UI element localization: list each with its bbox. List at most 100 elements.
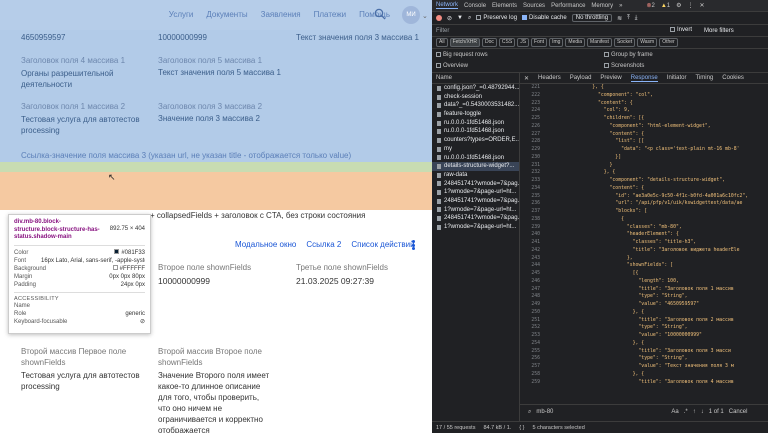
invert-checkbox[interactable]: Invert [670,27,692,34]
more-vertical-icon[interactable] [412,240,415,250]
actions-list-link[interactable]: Список действий [351,240,414,249]
filter-icon[interactable]: ▼ [457,15,463,21]
type-filter-11[interactable]: Other [659,38,678,47]
type-filter-4[interactable]: JS [517,38,530,47]
request-row[interactable]: counters?types=ORDER,E... [432,136,519,145]
tab-elements[interactable]: Elements [492,3,517,9]
line-text: "component": "html-element-widget", [546,123,711,129]
type-filter-6[interactable]: Img [549,38,564,47]
nav-link-payments[interactable]: Платежи [314,10,346,19]
type-filter-1[interactable]: Fetch/XHR [449,38,481,47]
type-filter-0[interactable]: All [436,38,448,47]
tab-performance[interactable]: Performance [551,3,585,9]
line-text: }, [546,255,633,261]
tab-network[interactable]: Network [436,2,459,9]
tab-timing[interactable]: Timing [695,75,713,81]
request-row[interactable]: 1?wmode=7&page-url=ht... [432,188,519,197]
request-row[interactable]: details-structure-widget?... [432,162,519,171]
link-2[interactable]: Ссылка 2 [306,240,341,249]
clear-icon[interactable]: ⊘ [447,15,452,22]
request-row[interactable]: check-session [432,93,519,102]
find-input[interactable]: mb-80 [536,409,666,415]
kebab-icon[interactable]: ⋮ [688,2,694,9]
request-row[interactable]: 1?wmode=7&page-url=ht... [432,206,519,215]
nav-link-applications[interactable]: Заявления [261,10,301,19]
prev-match-icon[interactable]: ↑ [693,409,696,415]
request-row[interactable]: data?_=0.5430003531482... [432,101,519,110]
type-filter-5[interactable]: Font [531,38,548,47]
request-row[interactable]: 248451741?wmode=7&pag... [432,180,519,189]
search-icon[interactable]: ⌕ [468,15,471,22]
disable-cache-checkbox[interactable]: Disable cache [522,14,567,21]
request-row[interactable]: config.json?_=0.48792944... [432,84,519,93]
tab-cookies[interactable]: Cookies [722,75,744,81]
type-filter-3[interactable]: CSS [498,38,516,47]
field-value: 21.03.2025 09:27:39 [296,276,374,286]
response-body[interactable]: 221 }, {222 "component": "col", 223 "cont… [520,84,768,404]
cancel-button[interactable]: Cancel [729,409,748,415]
request-row[interactable]: ru.0.0.0-1fd51468.json [432,119,519,128]
record-icon[interactable] [436,15,442,21]
request-row[interactable]: ru.0.0.0-1fd51468.json [432,154,519,163]
close-icon[interactable]: ✕ [524,75,529,82]
avatar[interactable]: МИ [402,6,420,24]
match-case-toggle[interactable]: Aa [671,409,678,415]
nav-link-documents[interactable]: Документы [206,10,247,19]
request-row[interactable]: feature-toggle [432,110,519,119]
request-row[interactable]: raw-data [432,171,519,180]
line-text: "value": "4650959597" [546,302,700,307]
regex-toggle[interactable]: .* [684,409,688,415]
code-line: 250 }, { [520,309,768,317]
name-column-header[interactable]: Name [432,73,519,84]
screenshots-checkbox[interactable]: Screenshots [604,63,644,69]
request-row[interactable]: 248451741?wmode=7&pag... [432,214,519,223]
request-row[interactable]: 1?wmode=7&page-url=ht... [432,223,519,232]
inspect-tooltip: div.mb-80.block-structure.block-structur… [8,214,151,334]
overview-checkbox[interactable]: Overview [436,63,468,69]
type-filter-8[interactable]: Manifest [587,38,612,47]
warning-badge[interactable]: ▲1 [661,3,670,9]
modal-link[interactable]: Модальное окно [235,240,296,249]
type-filter-10[interactable]: Wasm [637,38,658,47]
field-link[interactable]: Ссылка-значение поля массива 3 (указан u… [21,151,351,160]
file-icon [437,146,441,152]
throttling-select[interactable]: No throttling [571,14,613,22]
braces-icon[interactable]: { } [519,425,524,431]
request-row[interactable]: my [432,145,519,154]
close-icon[interactable]: ✕ [700,2,705,9]
file-icon [437,94,441,100]
tab-headers[interactable]: Headers [538,75,561,81]
next-match-icon[interactable]: ↓ [701,409,704,415]
tab-sources[interactable]: Sources [523,3,545,9]
group-by-frame-checkbox[interactable]: Group by frame [604,52,653,58]
filter-input[interactable]: Filter [436,28,666,34]
tab-memory[interactable]: Memory [591,3,613,9]
error-badge[interactable]: ⊗2 [646,2,654,9]
search-icon[interactable] [374,8,386,20]
more-filters-dropdown[interactable]: More filters [704,28,734,34]
line-number: 232 [531,170,540,176]
preserve-log-checkbox[interactable]: Preserve log [476,14,517,21]
request-row[interactable]: 248451741?wmode=7&pag... [432,197,519,206]
type-filter-9[interactable]: Socket [613,38,636,47]
chevron-down-icon[interactable]: ⌄ [422,12,428,20]
upload-icon[interactable]: ⤒ [627,15,630,22]
type-filter-7[interactable]: Media [565,38,586,47]
big-rows-checkbox[interactable]: Big request rows [436,52,488,58]
tab-initiator[interactable]: Initiator [667,75,687,81]
type-filter-2[interactable]: Doc [482,38,497,47]
request-row[interactable]: ru.0.0.0-1fd51468.json [432,127,519,136]
line-number: 234 [531,185,540,191]
gear-icon[interactable]: ⚙ [676,2,681,9]
tab-console[interactable]: Console [464,3,486,9]
request-name: config.json?_=0.48792944... [444,85,519,91]
tab-more[interactable]: » [619,3,622,9]
tab-response[interactable]: Response [630,75,658,82]
nav-link-services[interactable]: Услуги [169,10,194,19]
line-text: } [546,162,613,168]
file-icon [437,198,441,204]
tab-payload[interactable]: Payload [570,75,592,81]
wifi-icon[interactable]: ≋ [617,15,622,22]
tab-preview[interactable]: Preview [600,75,621,81]
download-icon[interactable]: ⤓ [635,15,638,22]
